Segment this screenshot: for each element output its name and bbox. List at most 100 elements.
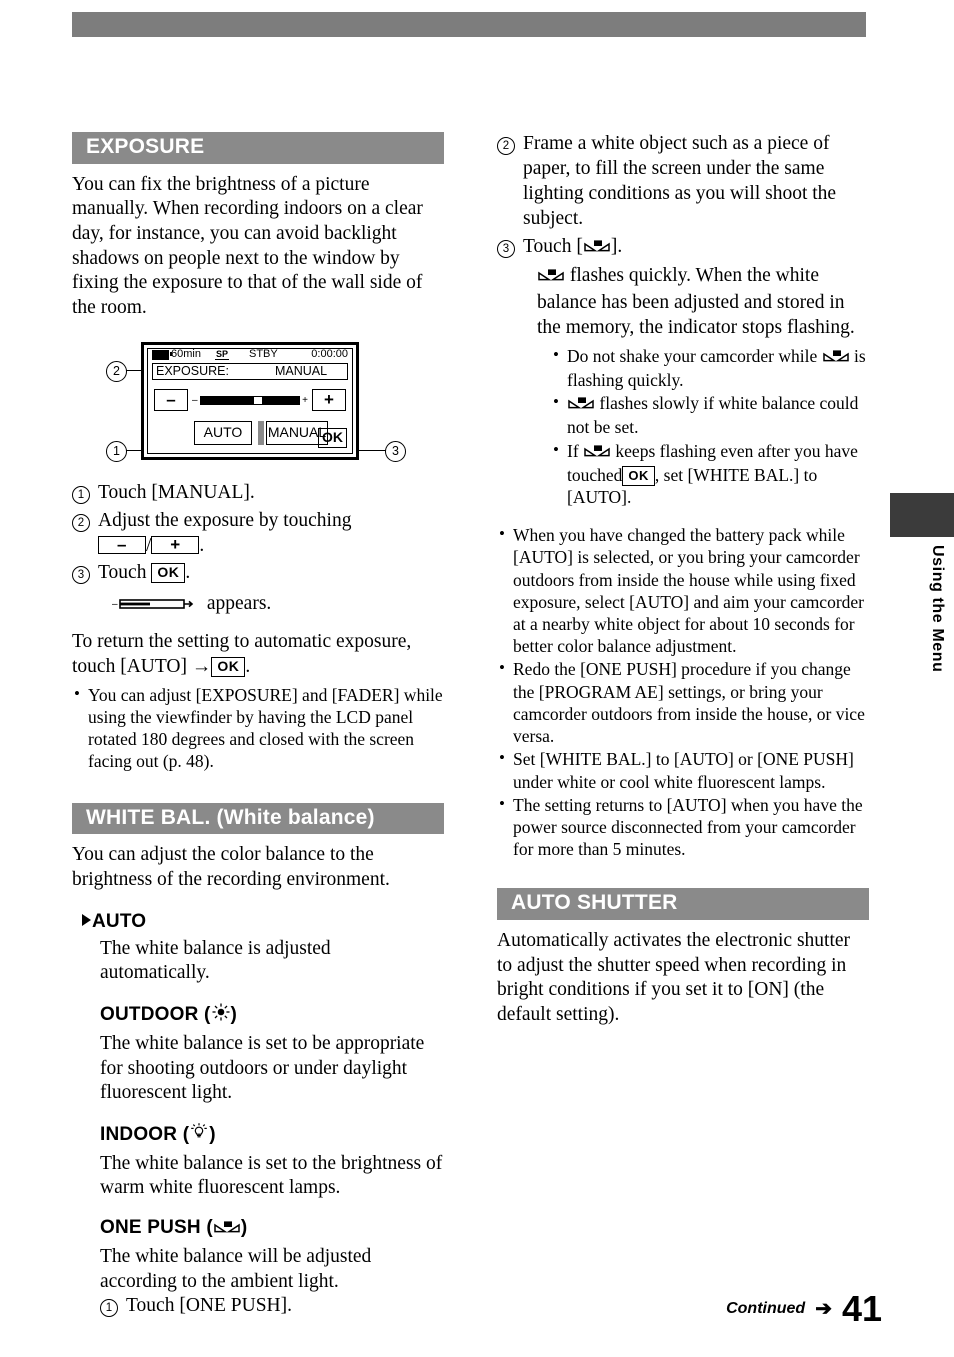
one-push-sub-bullets: Do not shake your camcorder while is fla… xyxy=(551,344,869,509)
default-setting-marker-icon xyxy=(82,913,91,926)
right-column: 2 Frame a white object such as a piece o… xyxy=(497,132,869,1030)
wb-option-auto-desc: The white balance is adjusted automatica… xyxy=(100,937,331,984)
appears-line: – appears. xyxy=(72,592,444,618)
slider-fill-right xyxy=(261,397,300,405)
top-banner xyxy=(72,12,866,37)
lcd-timecode: 0:00:00 xyxy=(311,348,348,361)
wb-option-auto: AUTO xyxy=(82,911,444,933)
exposure-bar-icon: – xyxy=(112,593,198,618)
one-push-step-3-text: Touch [ xyxy=(523,235,583,257)
sub-bullet-2-after: flashes slowly if white balance could no… xyxy=(567,393,859,438)
wb-bullet-3: Set [WHITE BAL.] to [AUTO] or [ONE PUSH]… xyxy=(497,747,869,792)
step-1-number: 1 xyxy=(72,485,90,504)
wb-bullet-1: When you have changed the battery pack w… xyxy=(497,523,869,657)
lcd-exposure-slider[interactable]: – + xyxy=(192,395,308,407)
wb-option-one-push-label: ONE PUSH xyxy=(100,1217,201,1239)
callout-2: 2 xyxy=(106,360,127,382)
ok-button-glyph[interactable]: OK xyxy=(622,465,655,486)
one-push-steps-right: 2 Frame a white object such as a piece o… xyxy=(497,132,869,508)
callout-3: 3 xyxy=(385,440,406,462)
step-2-text: Adjust the exposure by touching xyxy=(98,509,352,531)
lcd-status-text: STBY xyxy=(248,348,278,361)
rec-mode-icon: SP xyxy=(214,348,229,360)
page-footer: Continued ➔ 41 xyxy=(726,1291,882,1327)
exposure-bullet-1: You can adjust [EXPOSURE] and [FADER] wh… xyxy=(72,683,444,773)
step-1-text: Touch [MANUAL]. xyxy=(98,481,255,503)
lcd-minus-button[interactable]: – xyxy=(154,388,188,411)
white-bal-intro: You can adjust the color balance to the … xyxy=(72,844,390,890)
section-header-white-bal: WHITE BAL. (White balance) xyxy=(72,802,444,835)
continued-arrow-icon: ➔ xyxy=(815,1298,832,1320)
wb-option-one-push: ONE PUSH () xyxy=(100,1217,444,1241)
step-3-text-end: . xyxy=(185,562,191,584)
wb-bullet-4: The setting returns to [AUTO] when you h… xyxy=(497,793,869,861)
wb-option-one-push-desc: The white balance will be adjusted accor… xyxy=(100,1246,372,1292)
ok-button-glyph[interactable]: OK xyxy=(151,563,186,584)
slider-fill-left xyxy=(200,397,254,405)
one-push-step-3-text-end: ]. xyxy=(610,235,623,257)
section-header-auto-shutter: AUTO SHUTTER xyxy=(497,888,869,921)
one-push-step-1: 1 Touch [ONE PUSH]. xyxy=(100,1294,444,1319)
sub-bullet-1: Do not shake your camcorder while is fla… xyxy=(551,344,869,391)
lcd-plus-button[interactable]: + xyxy=(312,388,346,411)
lcd-auto-button[interactable]: AUTO xyxy=(194,420,252,445)
wb-onepush-close-paren: ) xyxy=(240,1217,248,1239)
step-2-number: 2 xyxy=(72,513,90,532)
one-push-steps-left: 1 Touch [ONE PUSH]. xyxy=(100,1294,444,1319)
step-3-text: Touch xyxy=(98,562,147,584)
lcd-exposure-row: EXPOSURE: MANUAL xyxy=(152,362,348,380)
one-push-wb-icon xyxy=(583,237,611,262)
step-3: 3 Touch OK. xyxy=(72,561,444,586)
exposure-intro: You can fix the brightness of a picture … xyxy=(72,173,423,318)
return-note-ok-glyph[interactable]: OK xyxy=(211,657,246,678)
wb-option-outdoor: OUTDOOR () xyxy=(100,1002,444,1028)
lcd-frame: 60min SP STBY 0:00:00 EXPOSURE: MANUAL –… xyxy=(141,341,359,460)
one-push-step-2: 2 Frame a white object such as a piece o… xyxy=(497,132,869,232)
exposure-steps: 1 Touch [MANUAL]. 2 Adjust the exposure … xyxy=(72,481,444,619)
one-push-wb-icon xyxy=(583,442,611,464)
plus-button-glyph[interactable]: + xyxy=(151,535,200,554)
lcd-exposure-label: EXPOSURE: xyxy=(156,364,229,379)
one-push-wb-icon xyxy=(567,394,595,416)
left-column: EXPOSURE You can fix the brightness of a… xyxy=(72,132,444,1322)
step-3-number: 3 xyxy=(72,566,90,585)
battery-icon xyxy=(152,349,172,360)
exposure-bullets: You can adjust [EXPOSURE] and [FADER] wh… xyxy=(72,683,444,773)
sub-bullet-2: flashes slowly if white balance could no… xyxy=(551,391,869,438)
lcd-manual-selected-marker xyxy=(258,420,264,445)
section-header-exposure: EXPOSURE xyxy=(72,132,444,164)
side-tab-label: Using the Menu xyxy=(929,545,946,673)
step-2: 2 Adjust the exposure by touching – / +. xyxy=(72,509,444,559)
lcd-diagram: 60min SP STBY 0:00:00 EXPOSURE: MANUAL –… xyxy=(106,337,406,469)
side-tab-block xyxy=(890,493,954,537)
callout-1: 1 xyxy=(106,440,127,462)
page-number: 41 xyxy=(841,1288,882,1329)
one-push-step-1-text: Touch [ONE PUSH]. xyxy=(126,1295,292,1317)
slider-track[interactable] xyxy=(199,396,301,406)
battery-time: 60min xyxy=(171,348,201,361)
slider-minus-label: – xyxy=(192,395,198,407)
lightbulb-icon xyxy=(189,1122,209,1148)
sun-icon xyxy=(211,1002,231,1028)
one-push-step-2-text: Frame a white object such as a piece of … xyxy=(523,133,837,229)
one-push-wb-icon xyxy=(213,1219,241,1241)
flash-note-text: flashes quickly. When the white balance … xyxy=(537,264,855,338)
step-1: 1 Touch [MANUAL]. xyxy=(72,481,444,506)
lcd-ok-button[interactable]: OK xyxy=(318,427,347,448)
one-push-wb-icon xyxy=(537,266,565,291)
wb-outdoor-close-paren: ) xyxy=(230,1003,238,1025)
one-push-step-3: 3 Touch []. flashes quickly. When the wh… xyxy=(497,235,869,508)
white-bal-bullets: When you have changed the battery pack w… xyxy=(497,523,869,861)
lcd-status-bar: 60min SP STBY 0:00:00 xyxy=(152,348,348,362)
minus-button-glyph[interactable]: – xyxy=(98,535,146,554)
sub-bullet-1-before: Do not shake your camcorder while xyxy=(567,345,818,366)
wb-option-indoor-label: INDOOR xyxy=(100,1123,178,1145)
wb-option-auto-label: AUTO xyxy=(92,910,147,932)
flash-note: flashes quickly. When the white balance … xyxy=(537,264,869,341)
wb-option-indoor-desc: The white balance is set to the brightne… xyxy=(100,1152,443,1199)
appears-text: appears. xyxy=(206,593,272,615)
auto-shutter-body: Automatically activates the electronic s… xyxy=(497,930,851,1026)
slider-plus-label: + xyxy=(302,395,308,407)
wb-option-outdoor-desc: The white balance is set to be appropria… xyxy=(100,1032,425,1104)
sub-bullet-3: If keeps flashing even after you have to… xyxy=(551,439,869,509)
